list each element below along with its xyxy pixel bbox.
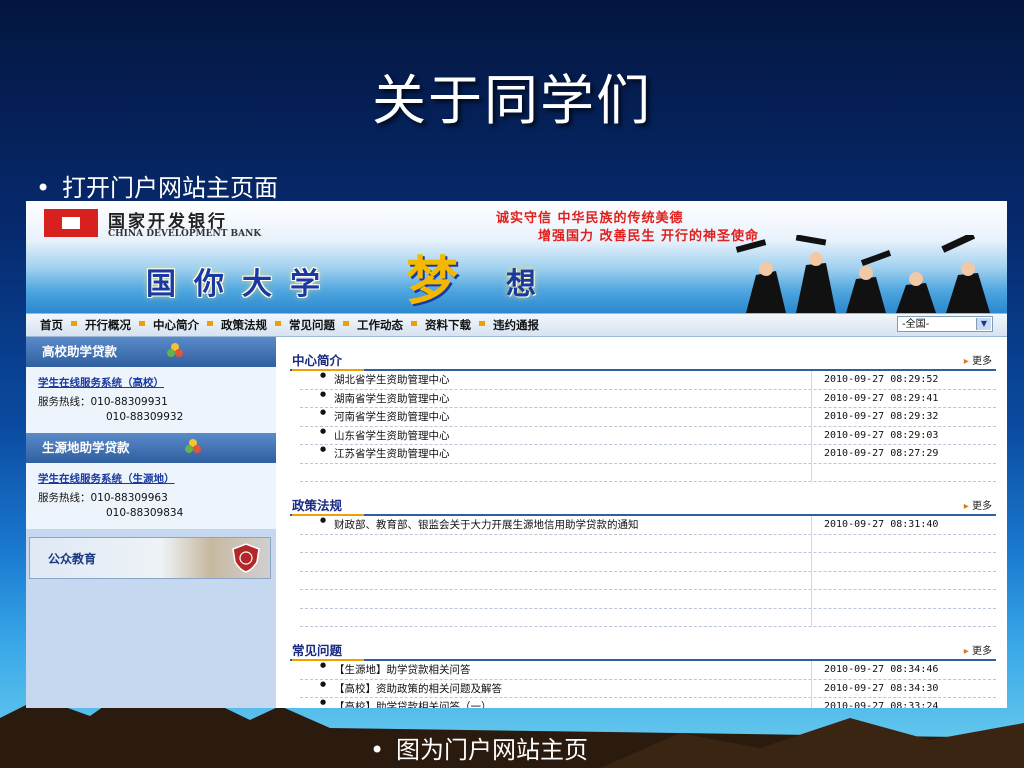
flower-icon bbox=[185, 439, 201, 453]
nav-faq[interactable]: 常见问题 bbox=[275, 317, 343, 333]
nav-work-news[interactable]: 工作动态 bbox=[343, 317, 411, 333]
public-education-label: 公众教育 bbox=[48, 552, 97, 566]
row-title[interactable]: 【生源地】助学贷款相关问答 bbox=[300, 661, 811, 677]
table-row[interactable]: 湖南省学生资助管理中心2010-09-27 08:29:41 bbox=[300, 389, 996, 408]
shield-icon bbox=[232, 543, 260, 573]
main-column: 中心简介 更多 湖北省学生资助管理中心2010-09-27 08:29:52 湖… bbox=[290, 351, 996, 708]
sidebar-head-origin-title: 生源地助学贷款 bbox=[42, 440, 130, 455]
empty-row bbox=[300, 463, 996, 482]
empty-row bbox=[300, 571, 996, 590]
section-policies: 政策法规 更多 财政部、教育部、银监会关于大力开展生源地信用助学贷款的通知201… bbox=[290, 496, 996, 627]
bank-logo-icon[interactable] bbox=[44, 209, 98, 237]
slogan-line-1: 诚实守信 中华民族的传统美德 bbox=[496, 211, 684, 226]
chevron-down-icon[interactable]: ▼ bbox=[976, 318, 991, 330]
site-content: 高校助学贷款 学生在线服务系统（高校） 服务热线：010-88309931 01… bbox=[26, 337, 1007, 708]
origin-hotline: 服务热线：010-88309963 bbox=[38, 492, 168, 504]
nav-overview[interactable]: 开行概况 bbox=[71, 317, 139, 333]
row-date: 2010-09-27 08:29:41 bbox=[811, 389, 996, 407]
sidebar-body-campus: 学生在线服务系统（高校） 服务热线：010-88309931 010-88309… bbox=[26, 367, 276, 433]
nav-policies[interactable]: 政策法规 bbox=[207, 317, 275, 333]
row-title[interactable]: 山东省学生资助管理中心 bbox=[300, 427, 811, 443]
row-date: 2010-09-27 08:34:30 bbox=[811, 679, 996, 697]
section-rows: 湖北省学生资助管理中心2010-09-27 08:29:52 湖南省学生资助管理… bbox=[300, 371, 996, 482]
region-select-value: -全国- bbox=[902, 319, 930, 330]
sidebar-head-campus-loan: 高校助学贷款 bbox=[26, 337, 276, 367]
row-title[interactable]: 湖南省学生资助管理中心 bbox=[300, 390, 811, 406]
nav-center-intro[interactable]: 中心简介 bbox=[139, 317, 207, 333]
nav-home[interactable]: 首页 bbox=[26, 317, 71, 333]
row-date: 2010-09-27 08:34:46 bbox=[811, 661, 996, 679]
section-title: 中心简介 bbox=[292, 350, 365, 371]
origin-hotline-2: 010-88309834 bbox=[106, 507, 184, 519]
origin-online-service-link[interactable]: 学生在线服务系统（生源地） bbox=[38, 471, 266, 486]
campus-hotline: 服务热线：010-88309931 bbox=[38, 396, 168, 408]
table-row[interactable]: 河南省学生资助管理中心2010-09-27 08:29:32 bbox=[300, 408, 996, 427]
more-link[interactable]: 更多 bbox=[964, 642, 992, 657]
table-row[interactable]: 【生源地】助学贷款相关问答2010-09-27 08:34:46 bbox=[300, 661, 996, 680]
sidebar-body-origin: 学生在线服务系统（生源地） 服务热线：010-88309963 010-8830… bbox=[26, 463, 276, 529]
bullet-open-portal: • 打开门户网站主页面 bbox=[36, 168, 278, 203]
more-link[interactable]: 更多 bbox=[964, 352, 992, 367]
banner-text-c: 想 bbox=[506, 267, 536, 302]
empty-row bbox=[300, 590, 996, 609]
public-education-banner[interactable]: 公众教育 bbox=[29, 537, 271, 579]
sidebar-head-campus-title: 高校助学贷款 bbox=[42, 344, 118, 359]
sidebar: 高校助学贷款 学生在线服务系统（高校） 服务热线：010-88309931 01… bbox=[26, 337, 276, 708]
sidebar-head-origin-loan: 生源地助学贷款 bbox=[26, 433, 276, 463]
bullet-glyph: • bbox=[370, 736, 385, 764]
banner-text-a: 国你大学 bbox=[146, 267, 338, 302]
portal-screenshot: 国家开发银行 CHINA DEVELOPMENT BANK 诚实守信 中华民族的… bbox=[26, 201, 1007, 708]
bullet-portal-caption: • 图为门户网站主页 bbox=[370, 730, 588, 765]
section-rows: 财政部、教育部、银监会关于大力开展生源地信用助学贷款的通知2010-09-27 … bbox=[300, 516, 996, 627]
table-row[interactable]: 湖北省学生资助管理中心2010-09-27 08:29:52 bbox=[300, 371, 996, 390]
top-nav: 首页 开行概况 中心简介 政策法规 常见问题 工作动态 资料下载 违约通报 -全… bbox=[26, 313, 1007, 337]
table-row[interactable]: 【高校】助学贷款相关问答（一）2010-09-27 08:33:24 bbox=[300, 698, 996, 708]
table-row[interactable]: 【高校】资助政策的相关问题及解答2010-09-27 08:34:30 bbox=[300, 679, 996, 698]
campus-hotline-2: 010-88309932 bbox=[106, 411, 184, 423]
row-date: 2010-09-27 08:27:29 bbox=[811, 445, 996, 463]
empty-row bbox=[300, 553, 996, 572]
empty-row bbox=[300, 534, 996, 553]
flower-icon bbox=[167, 343, 183, 357]
bullet-bottom-text: 图为门户网站主页 bbox=[396, 736, 588, 764]
row-title[interactable]: 【高校】资助政策的相关问题及解答 bbox=[300, 680, 811, 696]
nav-downloads[interactable]: 资料下载 bbox=[411, 317, 479, 333]
table-row[interactable]: 山东省学生资助管理中心2010-09-27 08:29:03 bbox=[300, 426, 996, 445]
section-title: 常见问题 bbox=[292, 640, 365, 661]
row-title[interactable]: 江苏省学生资助管理中心 bbox=[300, 445, 811, 461]
empty-row bbox=[300, 608, 996, 627]
graduates-image bbox=[735, 235, 990, 313]
campus-online-service-link[interactable]: 学生在线服务系统（高校） bbox=[38, 375, 266, 390]
bullet-top-text: 打开门户网站主页面 bbox=[62, 174, 278, 202]
section-rows: 【生源地】助学贷款相关问答2010-09-27 08:34:46 【高校】资助政… bbox=[300, 661, 996, 708]
more-link[interactable]: 更多 bbox=[964, 497, 992, 512]
section-head: 政策法规 更多 bbox=[290, 496, 996, 516]
row-date: 2010-09-27 08:33:24 bbox=[811, 698, 996, 708]
row-title[interactable]: 财政部、教育部、银监会关于大力开展生源地信用助学贷款的通知 bbox=[300, 516, 811, 532]
section-head: 中心简介 更多 bbox=[290, 351, 996, 371]
row-date: 2010-09-27 08:29:03 bbox=[811, 426, 996, 444]
row-title[interactable]: 河南省学生资助管理中心 bbox=[300, 408, 811, 424]
row-date: 2010-09-27 08:31:40 bbox=[811, 516, 996, 534]
table-row[interactable]: 江苏省学生资助管理中心2010-09-27 08:27:29 bbox=[300, 445, 996, 464]
table-row[interactable]: 财政部、教育部、银监会关于大力开展生源地信用助学贷款的通知2010-09-27 … bbox=[300, 516, 996, 535]
region-select[interactable]: -全国- ▼ bbox=[897, 316, 993, 332]
logo-en: CHINA DEVELOPMENT BANK bbox=[108, 229, 262, 239]
row-date: 2010-09-27 08:29:32 bbox=[811, 408, 996, 426]
nav-default-notices[interactable]: 违约通报 bbox=[479, 317, 547, 333]
row-title[interactable]: 湖北省学生资助管理中心 bbox=[300, 371, 811, 387]
row-title[interactable]: 【高校】助学贷款相关问答（一） bbox=[300, 698, 811, 708]
row-date: 2010-09-27 08:29:52 bbox=[811, 371, 996, 389]
bullet-glyph: • bbox=[36, 174, 51, 202]
banner-text-b: 梦 bbox=[406, 252, 459, 312]
section-title: 政策法规 bbox=[292, 495, 365, 516]
section-faq: 常见问题 更多 【生源地】助学贷款相关问答2010-09-27 08:34:46… bbox=[290, 641, 996, 708]
slide-title: 关于同学们 bbox=[372, 69, 652, 132]
section-head: 常见问题 更多 bbox=[290, 641, 996, 661]
section-center-intro: 中心简介 更多 湖北省学生资助管理中心2010-09-27 08:29:52 湖… bbox=[290, 351, 996, 482]
site-banner: 国家开发银行 CHINA DEVELOPMENT BANK 诚实守信 中华民族的… bbox=[26, 201, 1007, 313]
